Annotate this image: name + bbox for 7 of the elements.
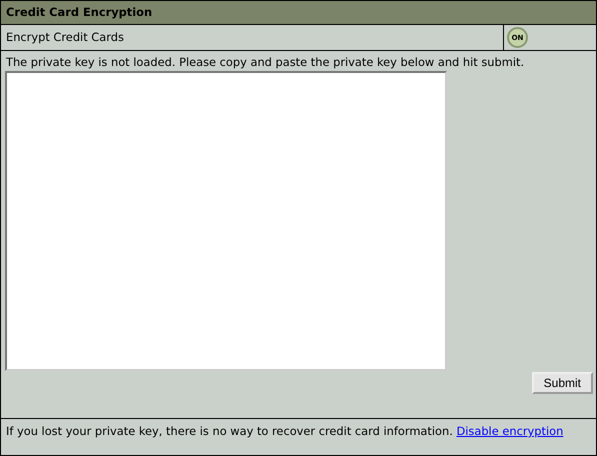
warning-text: If you lost your private key, there is no way to recover credit card information. Disable encryption bbox=[5, 423, 564, 440]
instruction-text: The private key is not loaded. Please copy and paste the private key below and hit submit. bbox=[6, 54, 526, 70]
disable-encryption-link[interactable]: Disable encryption bbox=[456, 424, 564, 438]
submit-button[interactable]: Submit bbox=[532, 372, 593, 394]
setting-label: Encrypt Credit Cards bbox=[1, 25, 504, 50]
panel-title: Credit Card Encryption bbox=[1, 1, 596, 25]
private-key-field[interactable] bbox=[5, 71, 447, 371]
